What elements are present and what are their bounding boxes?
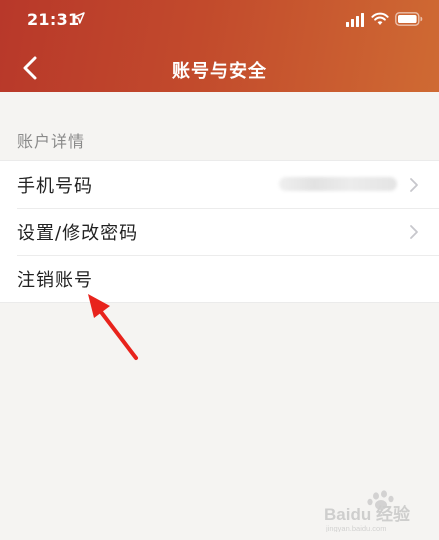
account-settings-list: 手机号码 设置/修改密码 注销账号: [0, 160, 439, 303]
status-bar: 21:31: [0, 0, 439, 40]
page-title: 账号与安全: [172, 61, 267, 82]
list-item-cancel-account[interactable]: 注销账号: [0, 255, 439, 302]
navigation-bar: 账号与安全: [0, 44, 439, 92]
battery-icon: [395, 12, 423, 26]
location-arrow-icon: [73, 12, 85, 24]
baidu-jingyan-watermark: Baidu 经验 jingyan.baidu.com: [324, 490, 411, 532]
status-time: 21:31: [27, 10, 80, 29]
cellular-signal-icon: [346, 13, 364, 27]
chevron-right-icon: [410, 178, 418, 192]
watermark-url: jingyan.baidu.com: [325, 524, 386, 532]
section-header-account-details: 账户详情: [17, 132, 86, 151]
list-item-set-change-password[interactable]: 设置/修改密码: [0, 208, 439, 255]
chevron-right-icon: [410, 225, 418, 239]
phone-number-label: 手机号码: [17, 175, 93, 197]
phone-number-value-blurred: [279, 177, 397, 191]
set-change-password-label: 设置/修改密码: [17, 222, 139, 244]
annotation-arrow-icon: [88, 294, 138, 360]
watermark-brand: Baidu 经验: [324, 504, 411, 524]
wifi-icon: [371, 12, 389, 25]
app-header: 21:31 账号与安全: [0, 0, 439, 92]
list-item-phone-number[interactable]: 手机号码: [0, 161, 439, 208]
cancel-account-label: 注销账号: [17, 269, 93, 291]
